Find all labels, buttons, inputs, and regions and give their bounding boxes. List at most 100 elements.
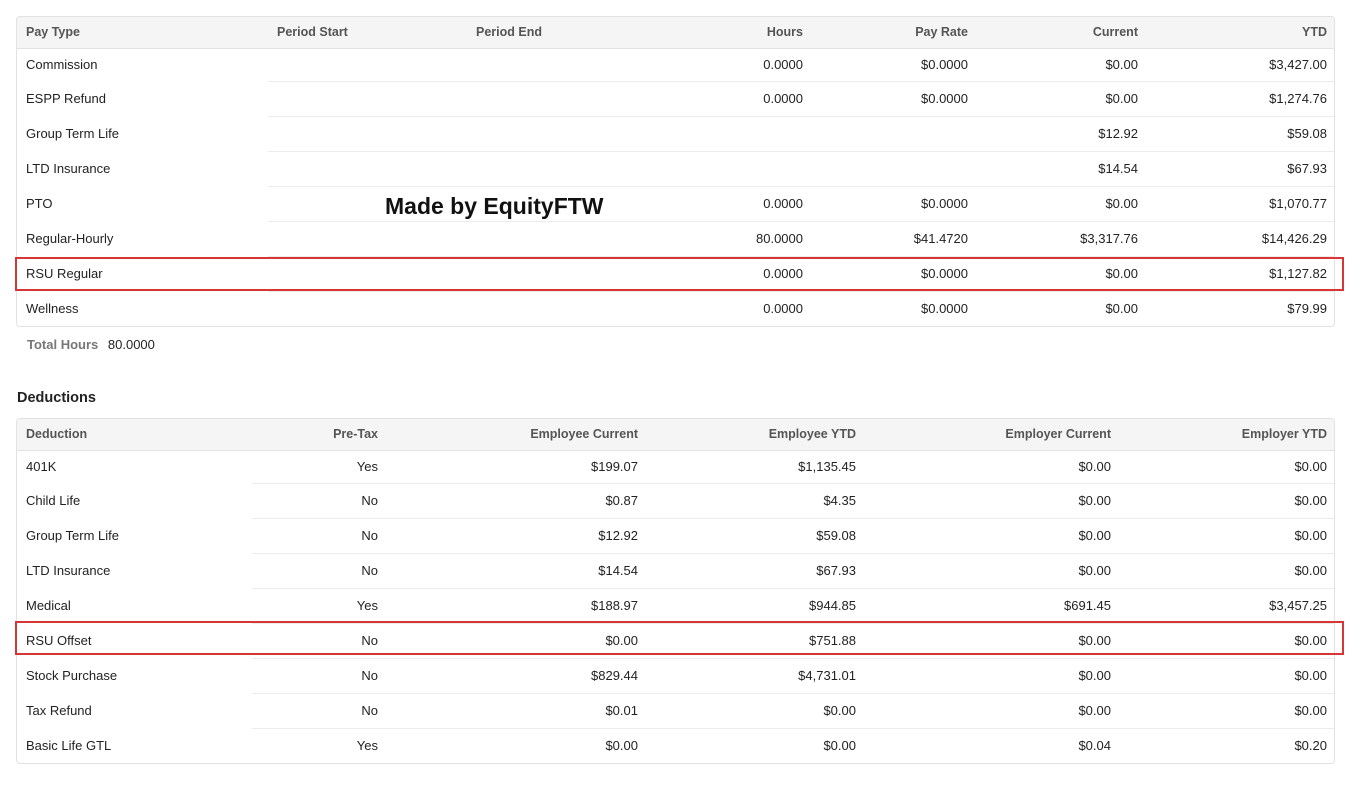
col-header-deduction[interactable]: Deduction — [17, 419, 252, 451]
earnings-cell-hours — [663, 150, 812, 186]
col-header-period-start[interactable]: Period Start — [268, 17, 467, 49]
earnings-cell-hours — [663, 115, 812, 151]
earnings-cell-pay-type: Regular-Hourly — [26, 231, 114, 246]
deductions-cell-employee-ytd: $944.85 — [647, 587, 865, 623]
deductions-cell-employer-ytd: $3,457.25 — [1120, 587, 1334, 623]
deductions-cell-employer-ytd: $0.00 — [1120, 517, 1334, 553]
deductions-row: Tax Refund No $0.01 $0.00 $0.00 $0.00 — [17, 692, 1334, 728]
deductions-cell-employee-ytd: $1,135.45 — [798, 459, 856, 474]
earnings-cell-ytd: $59.08 — [1147, 115, 1334, 151]
deductions-cell-pre-tax: No — [252, 552, 387, 588]
earnings-cell-period-end — [467, 48, 663, 81]
deductions-cell-employer-current: $0.00 — [865, 692, 1120, 728]
earnings-cell-pay-type: Group Term Life — [26, 126, 119, 141]
earnings-cell-ytd: $3,427.00 — [1269, 57, 1327, 72]
col-header-employer-ytd[interactable]: Employer YTD — [1120, 419, 1334, 451]
col-header-ytd[interactable]: YTD — [1147, 17, 1334, 49]
earnings-cell-hours: 0.0000 — [763, 57, 803, 72]
earnings-cell-current: $0.00 — [977, 80, 1147, 116]
earnings-row: Commission 0.0000 $0.0000 $0.00 $3,427.00 — [17, 48, 1334, 81]
earnings-cell-period-end — [467, 150, 663, 186]
deductions-cell-employee-current: $0.01 — [387, 692, 647, 728]
earnings-cell-hours: 0.0000 — [663, 255, 812, 291]
deductions-cell-employer-current: $0.00 — [1078, 459, 1111, 474]
deductions-cell-employer-current: $691.45 — [865, 587, 1120, 623]
earnings-cell-hours: 0.0000 — [663, 185, 812, 221]
deductions-cell-employee-ytd: $751.88 — [647, 622, 865, 658]
col-header-pay-rate[interactable]: Pay Rate — [812, 17, 977, 49]
col-header-employer-current[interactable]: Employer Current — [865, 419, 1120, 451]
deductions-cell-pre-tax: No — [252, 692, 387, 728]
earnings-cell-current: $0.00 — [977, 290, 1147, 326]
deductions-cell-employee-current: $0.00 — [387, 727, 647, 763]
earnings-cell-current: $0.00 — [977, 255, 1147, 291]
earnings-row: PTO 0.0000 $0.0000 $0.00 $1,070.77 — [17, 185, 1334, 221]
deductions-row: RSU Offset No $0.00 $751.88 $0.00 $0.00 — [17, 622, 1334, 658]
deductions-cell-pre-tax: No — [252, 622, 387, 658]
total-hours-label: Total Hours — [27, 337, 99, 352]
deductions-cell-employee-current: $188.97 — [387, 587, 647, 623]
earnings-cell-current: $3,317.76 — [977, 220, 1147, 256]
deductions-row: 401K Yes $199.07 $1,135.45 $0.00 $0.00 — [17, 450, 1334, 483]
earnings-cell-pay-rate — [812, 150, 977, 186]
earnings-cell-pay-type: Wellness — [26, 301, 79, 316]
deductions-row: LTD Insurance No $14.54 $67.93 $0.00 $0.00 — [17, 552, 1334, 588]
deductions-row: Medical Yes $188.97 $944.85 $691.45 $3,457.25 — [17, 587, 1334, 623]
deductions-cell-employer-current: $0.00 — [865, 517, 1120, 553]
earnings-cell-period-start — [268, 80, 467, 116]
deductions-row: Stock Purchase No $829.44 $4,731.01 $0.00 $0.… — [17, 657, 1334, 693]
deductions-cell-deduction: RSU Offset — [26, 633, 92, 648]
col-header-period-end[interactable]: Period End — [467, 17, 663, 49]
deductions-cell-employer-current: $0.00 — [865, 657, 1120, 693]
earnings-cell-period-start — [268, 255, 467, 291]
deductions-cell-pre-tax: Yes — [252, 727, 387, 763]
earnings-cell-period-end — [467, 80, 663, 116]
deductions-cell-deduction: Medical — [26, 598, 71, 613]
col-header-current[interactable]: Current — [977, 17, 1147, 49]
deductions-cell-employee-current: $12.92 — [387, 517, 647, 553]
deductions-cell-employer-ytd: $0.00 — [1120, 657, 1334, 693]
deductions-section-title: Deductions — [17, 390, 96, 406]
deductions-cell-deduction: Child Life — [26, 493, 81, 508]
earnings-cell-pay-type: ESPP Refund — [26, 91, 106, 106]
earnings-cell-pay-type: LTD Insurance — [26, 161, 111, 176]
earnings-row: Wellness 0.0000 $0.0000 $0.00 $79.99 — [17, 290, 1334, 326]
earnings-cell-pay-rate: $0.0000 — [812, 255, 977, 291]
earnings-cell-hours: 80.0000 — [663, 220, 812, 256]
earnings-cell-current: $14.54 — [977, 150, 1147, 186]
deductions-cell-employer-ytd: $0.00 — [1120, 622, 1334, 658]
total-hours: Total Hours 80.0000 — [27, 337, 155, 352]
col-header-pay-type[interactable]: Pay Type — [17, 17, 268, 49]
earnings-table: Pay Type Period Start Period End Hours P… — [17, 17, 1334, 326]
earnings-row: Regular-Hourly 80.0000 $41.4720 $3,317.76 $1… — [17, 220, 1334, 256]
deductions-cell-employer-ytd: $0.00 — [1120, 692, 1334, 728]
deductions-cell-employer-current: $0.00 — [865, 622, 1120, 658]
deductions-cell-pre-tax: No — [252, 657, 387, 693]
earnings-cell-current: $12.92 — [977, 115, 1147, 151]
col-header-employee-ytd[interactable]: Employee YTD — [647, 419, 865, 451]
earnings-row: ESPP Refund 0.0000 $0.0000 $0.00 $1,274.76 — [17, 80, 1334, 116]
deductions-cell-employer-ytd: $0.00 — [1120, 552, 1334, 588]
earnings-row: Group Term Life $12.92 $59.08 — [17, 115, 1334, 151]
col-header-hours[interactable]: Hours — [663, 17, 812, 49]
earnings-cell-current: $0.00 — [977, 185, 1147, 221]
deductions-cell-deduction: Group Term Life — [26, 528, 119, 543]
earnings-cell-period-start — [268, 220, 467, 256]
deductions-cell-employee-ytd: $4,731.01 — [647, 657, 865, 693]
col-header-employee-current[interactable]: Employee Current — [387, 419, 647, 451]
earnings-cell-ytd: $1,274.76 — [1147, 80, 1334, 116]
col-header-pre-tax[interactable]: Pre-Tax — [252, 419, 387, 451]
deductions-cell-employer-current: $0.00 — [865, 482, 1120, 518]
earnings-cell-period-start — [268, 290, 467, 326]
deductions-cell-employer-ytd: $0.00 — [1120, 482, 1334, 518]
deductions-cell-employee-current: $14.54 — [387, 552, 647, 588]
earnings-cell-period-start — [268, 185, 467, 221]
earnings-cell-pay-rate: $0.0000 — [812, 80, 977, 116]
earnings-cell-pay-rate — [812, 115, 977, 151]
earnings-cell-period-start — [268, 150, 467, 186]
deductions-cell-employee-ytd: $67.93 — [647, 552, 865, 588]
earnings-row: LTD Insurance $14.54 $67.93 — [17, 150, 1334, 186]
deductions-cell-pre-tax: Yes — [356, 459, 378, 474]
earnings-cell-pay-rate: $41.4720 — [812, 220, 977, 256]
deductions-cell-deduction: Tax Refund — [26, 703, 92, 718]
